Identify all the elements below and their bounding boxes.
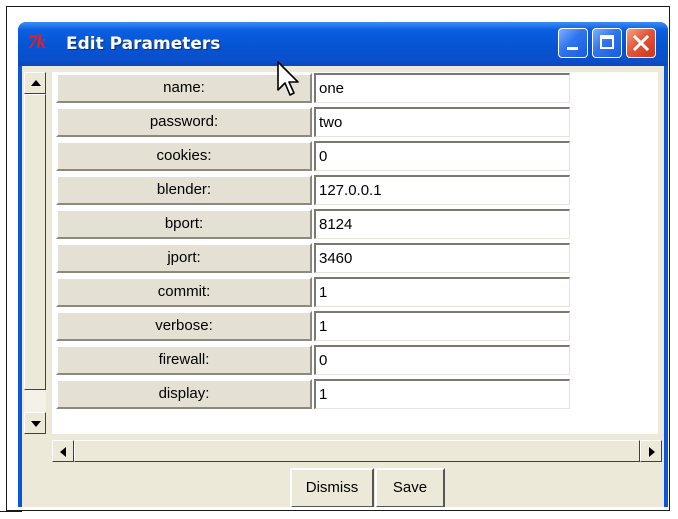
firewall-field[interactable] bbox=[314, 345, 570, 375]
param-row-display: display: bbox=[56, 378, 656, 410]
param-row-name: name: bbox=[56, 72, 656, 104]
param-row-blender: blender: bbox=[56, 174, 656, 206]
cookies-field[interactable] bbox=[314, 141, 570, 171]
param-row-commit: commit: bbox=[56, 276, 656, 308]
minimize-icon bbox=[567, 47, 578, 50]
corner-tick bbox=[0, 511, 22, 512]
horizontal-scroll-thumb[interactable] bbox=[74, 440, 640, 462]
horizontal-scrollbar[interactable] bbox=[52, 440, 662, 462]
title-bar[interactable]: 7k Edit Parameters bbox=[18, 22, 668, 66]
param-row-jport: jport: bbox=[56, 242, 656, 274]
mouse-pointer-icon bbox=[277, 61, 299, 96]
param-label: verbose: bbox=[56, 311, 312, 341]
password-field[interactable] bbox=[314, 107, 570, 137]
minimize-button[interactable] bbox=[558, 28, 588, 58]
display-field[interactable] bbox=[314, 379, 570, 409]
scroll-left-button[interactable] bbox=[52, 440, 74, 462]
tk-logo-icon: 7k bbox=[28, 32, 46, 53]
param-label: firewall: bbox=[56, 345, 312, 375]
param-row-firewall: firewall: bbox=[56, 344, 656, 376]
param-label: password: bbox=[56, 107, 312, 137]
dismiss-button[interactable]: Dismiss bbox=[290, 468, 374, 507]
jport-field[interactable] bbox=[314, 243, 570, 273]
arrow-left-icon bbox=[60, 447, 66, 457]
maximize-button[interactable] bbox=[592, 28, 622, 58]
arrow-down-icon bbox=[31, 421, 41, 427]
window-title: Edit Parameters bbox=[66, 34, 221, 54]
param-label: commit: bbox=[56, 277, 312, 307]
blender-field[interactable] bbox=[314, 175, 570, 205]
vertical-scroll-track[interactable] bbox=[24, 390, 46, 412]
window-client-area: name: password: cookies: blender: bport: bbox=[22, 66, 664, 507]
param-row-verbose: verbose: bbox=[56, 310, 656, 342]
verbose-field[interactable] bbox=[314, 311, 570, 341]
scroll-up-button[interactable] bbox=[24, 72, 46, 94]
parameter-table: name: password: cookies: blender: bport: bbox=[52, 72, 658, 434]
scroll-right-button[interactable] bbox=[640, 440, 662, 462]
save-button[interactable]: Save bbox=[375, 468, 445, 507]
param-row-password: password: bbox=[56, 106, 656, 138]
maximize-icon bbox=[600, 35, 614, 49]
commit-field[interactable] bbox=[314, 277, 570, 307]
vertical-scroll-thumb[interactable] bbox=[24, 94, 46, 390]
name-field[interactable] bbox=[314, 73, 570, 103]
screenshot-canvas: 7k Edit Parameters name: one password: t… bbox=[0, 0, 678, 519]
vertical-scrollbar[interactable] bbox=[24, 72, 46, 434]
close-icon bbox=[632, 34, 650, 52]
param-row-bport: bport: bbox=[56, 208, 656, 240]
param-label: display: bbox=[56, 379, 312, 409]
param-row-cookies: cookies: bbox=[56, 140, 656, 172]
arrow-right-icon bbox=[649, 447, 655, 457]
scroll-down-button[interactable] bbox=[24, 412, 46, 434]
param-label: jport: bbox=[56, 243, 312, 273]
param-label: name: bbox=[56, 73, 312, 103]
param-label: blender: bbox=[56, 175, 312, 205]
bport-field[interactable] bbox=[314, 209, 570, 239]
param-label: cookies: bbox=[56, 141, 312, 171]
close-button[interactable] bbox=[626, 28, 656, 58]
param-label: bport: bbox=[56, 209, 312, 239]
edit-parameters-window: 7k Edit Parameters name: one password: t… bbox=[18, 22, 668, 507]
arrow-up-icon bbox=[31, 80, 41, 86]
